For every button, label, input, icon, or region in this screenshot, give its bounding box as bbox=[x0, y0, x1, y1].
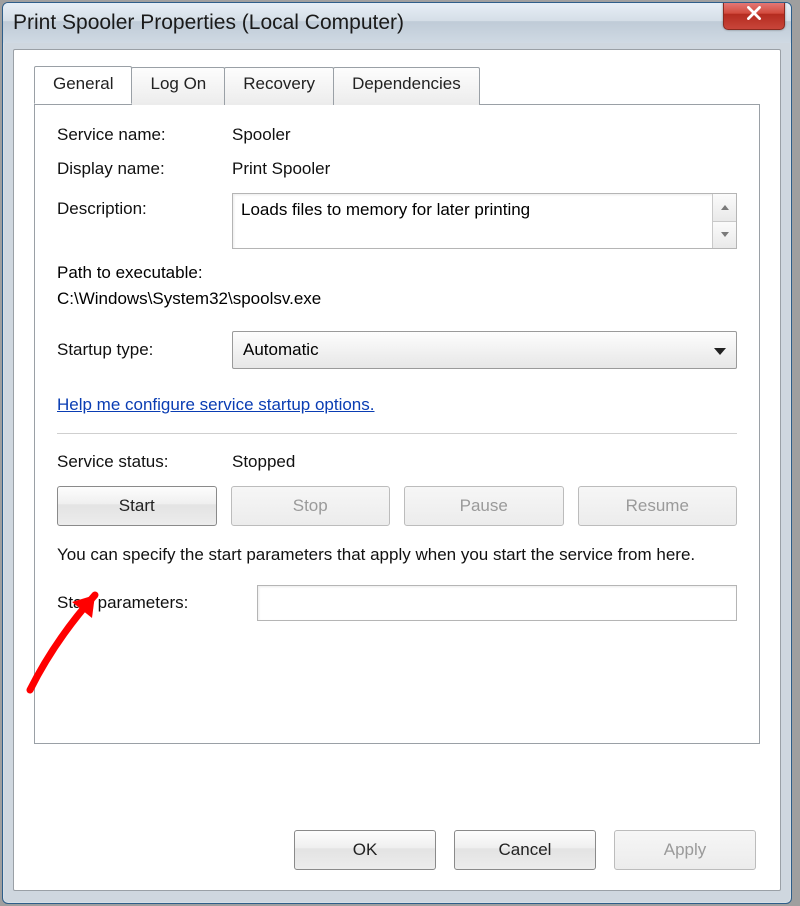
path-label: Path to executable: bbox=[57, 263, 737, 283]
display-name-label: Display name: bbox=[57, 159, 232, 179]
button-label: Pause bbox=[460, 496, 508, 516]
divider bbox=[57, 433, 737, 434]
path-value: C:\Windows\System32\spoolsv.exe bbox=[57, 289, 737, 309]
service-name-value: Spooler bbox=[232, 125, 737, 145]
button-label: Start bbox=[119, 496, 155, 516]
startup-type-label: Startup type: bbox=[57, 340, 232, 360]
properties-dialog: Print Spooler Properties (Local Computer… bbox=[2, 2, 792, 904]
button-label: OK bbox=[353, 840, 378, 860]
display-name-value: Print Spooler bbox=[232, 159, 737, 179]
close-icon bbox=[745, 4, 763, 27]
scroll-up-icon[interactable] bbox=[712, 194, 736, 221]
description-label: Description: bbox=[57, 193, 232, 219]
tab-strip: General Log On Recovery Dependencies bbox=[34, 66, 760, 104]
tab-label: Recovery bbox=[243, 74, 315, 93]
startup-type-select[interactable]: Automatic bbox=[232, 331, 737, 369]
tab-recovery[interactable]: Recovery bbox=[224, 67, 334, 105]
window-title: Print Spooler Properties (Local Computer… bbox=[13, 11, 404, 35]
pause-button: Pause bbox=[404, 486, 564, 526]
service-name-label: Service name: bbox=[57, 125, 232, 145]
stop-button: Stop bbox=[231, 486, 391, 526]
annotation-arrow-icon bbox=[0, 540, 140, 700]
button-label: Resume bbox=[626, 496, 689, 516]
button-label: Cancel bbox=[499, 840, 552, 860]
scroll-down-icon[interactable] bbox=[712, 221, 736, 249]
tab-label: Log On bbox=[150, 74, 206, 93]
description-box[interactable]: Loads files to memory for later printing bbox=[232, 193, 737, 249]
description-text: Loads files to memory for later printing bbox=[241, 200, 530, 219]
service-control-buttons: Start Stop Pause Resume bbox=[57, 486, 737, 526]
cancel-button[interactable]: Cancel bbox=[454, 830, 596, 870]
tab-panel-general: Service name: Spooler Display name: Prin… bbox=[34, 104, 760, 744]
service-status-label: Service status: bbox=[57, 452, 232, 472]
client-area: General Log On Recovery Dependencies Ser… bbox=[13, 49, 781, 891]
apply-button: Apply bbox=[614, 830, 756, 870]
tab-dependencies[interactable]: Dependencies bbox=[333, 67, 480, 105]
tab-log-on[interactable]: Log On bbox=[131, 67, 225, 105]
dialog-footer-buttons: OK Cancel Apply bbox=[294, 830, 756, 870]
description-scroll[interactable] bbox=[712, 194, 736, 248]
close-button[interactable] bbox=[723, 2, 785, 30]
start-params-input[interactable] bbox=[257, 585, 737, 621]
chevron-down-icon bbox=[714, 340, 726, 360]
button-label: Stop bbox=[293, 496, 328, 516]
start-button[interactable]: Start bbox=[57, 486, 217, 526]
help-link[interactable]: Help me configure service startup option… bbox=[57, 395, 375, 415]
button-label: Apply bbox=[664, 840, 707, 860]
resume-button: Resume bbox=[578, 486, 738, 526]
ok-button[interactable]: OK bbox=[294, 830, 436, 870]
tab-general[interactable]: General bbox=[34, 66, 132, 104]
tab-label: Dependencies bbox=[352, 74, 461, 93]
tab-label: General bbox=[53, 74, 113, 93]
start-params-note: You can specify the start parameters tha… bbox=[57, 544, 737, 567]
titlebar[interactable]: Print Spooler Properties (Local Computer… bbox=[3, 3, 791, 43]
service-status-value: Stopped bbox=[232, 452, 737, 472]
startup-type-value: Automatic bbox=[243, 340, 319, 360]
